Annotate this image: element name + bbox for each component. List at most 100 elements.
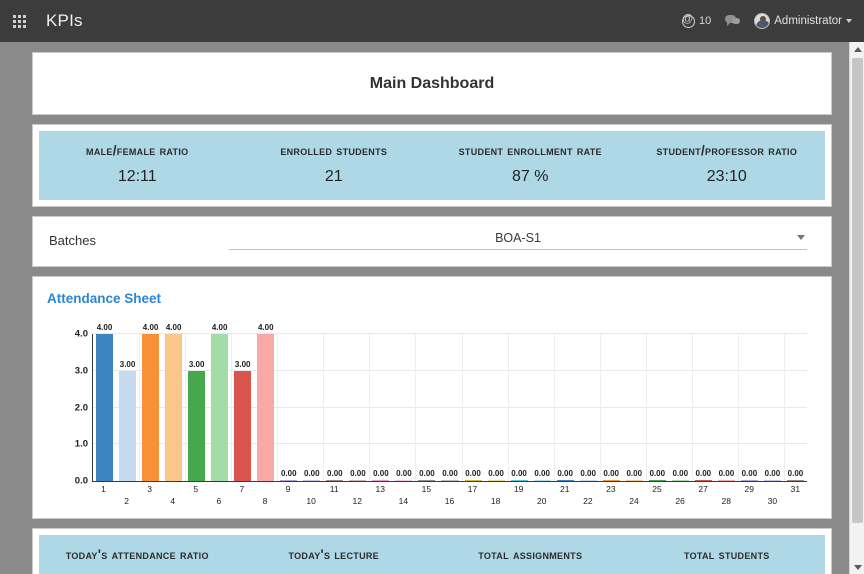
bar-slot: 0.00 xyxy=(277,334,300,481)
chart-bar[interactable]: 0.00 xyxy=(349,469,367,481)
chart-bar[interactable]: 0.00 xyxy=(671,469,689,481)
kpi-label: Student/Professor Ratio xyxy=(656,143,798,158)
bar-value-label: 0.00 xyxy=(304,468,320,478)
navbar-right-group: 10 Administrator xyxy=(682,13,852,29)
chart-bar[interactable]: 4.00 xyxy=(96,323,114,481)
x-axis-tick: 5 xyxy=(193,484,199,494)
batches-selected-value: BOA-S1 xyxy=(495,231,541,245)
kpi-male-female-ratio: Male/Female Ratio 12:11 xyxy=(39,143,236,186)
x-axis-tick: 19 xyxy=(513,484,524,494)
vertical-scrollbar[interactable] xyxy=(849,42,864,574)
apps-grid-icon[interactable] xyxy=(6,8,32,34)
bar-slot: 0.00 xyxy=(323,334,346,481)
x-axis-tick: 3 xyxy=(147,484,153,494)
x-axis-tick: 23 xyxy=(606,484,616,494)
x-label-slot: 31 xyxy=(784,482,807,508)
chart-bar[interactable]: 0.00 xyxy=(625,469,643,481)
chart-bar[interactable]: 0.00 xyxy=(740,469,758,481)
chart-bar[interactable]: 0.00 xyxy=(694,469,712,481)
x-axis-tick: 14 xyxy=(398,496,409,506)
chart-bar[interactable]: 0.00 xyxy=(326,469,344,481)
chart-bar[interactable]: 0.00 xyxy=(717,469,735,481)
bar-value-label: 0.00 xyxy=(672,468,689,478)
kpi-todays-lecture: Today's Lecture 3 xyxy=(236,547,433,574)
x-axis-tick: 10 xyxy=(306,496,316,506)
chart-bars: 4.00 3.00 4.00 4.00 3.00 4.00 3.00 4.00 0.00 0.00… xyxy=(93,323,807,481)
x-label-slot: 4 xyxy=(161,482,184,508)
mentions-button[interactable]: 10 xyxy=(682,14,711,28)
bar-value-label: 0.00 xyxy=(396,468,412,478)
bar-value-label: 0.00 xyxy=(626,468,643,478)
kpi-student-enrollment-rate: Student Enrollment Rate 87 % xyxy=(432,143,629,186)
bar-slot: 0.00 xyxy=(784,334,807,481)
chart-bar[interactable]: 0.00 xyxy=(579,469,597,481)
chart-bar[interactable]: 0.00 xyxy=(648,469,666,481)
chart-bar[interactable]: 0.00 xyxy=(556,469,574,481)
bar-slot: 4.00 xyxy=(139,323,162,481)
bar-value-label: 0.00 xyxy=(764,468,781,478)
bar-value-label: 4.00 xyxy=(211,323,228,332)
scroll-up-arrow-icon[interactable] xyxy=(850,42,864,56)
bar-value-label: 0.00 xyxy=(488,468,504,478)
chart-bar[interactable]: 0.00 xyxy=(763,469,781,481)
bar-slot: 0.00 xyxy=(300,334,323,481)
chart-bar[interactable]: 3.00 xyxy=(188,360,206,481)
x-label-slot: 1 xyxy=(92,482,115,508)
chart-bar[interactable]: 0.00 xyxy=(487,469,505,481)
chart-bar[interactable]: 3.00 xyxy=(234,360,252,481)
x-label-slot: 19 xyxy=(507,482,530,508)
x-label-slot: 18 xyxy=(484,482,507,508)
scrollbar-thumb[interactable] xyxy=(852,58,863,523)
bar-slot: 0.00 xyxy=(462,334,485,481)
top-navbar: KPIs 10 Administrator xyxy=(0,0,864,42)
chart-bar[interactable]: 0.00 xyxy=(395,469,413,481)
bar-slot: 0.00 xyxy=(346,334,369,481)
x-axis-tick: 26 xyxy=(675,496,685,506)
bar-slot: 0.00 xyxy=(485,334,508,481)
bar-slot: 0.00 xyxy=(761,334,784,481)
chart-bar[interactable]: 4.00 xyxy=(211,323,229,481)
x-label-slot: 12 xyxy=(346,482,369,508)
chat-button[interactable] xyxy=(725,15,741,27)
bar-value-label: 0.00 xyxy=(649,468,666,478)
chart-bar[interactable]: 0.00 xyxy=(510,469,528,481)
chart-bar[interactable]: 0.00 xyxy=(464,469,482,481)
x-label-slot: 25 xyxy=(646,482,669,508)
x-axis-tick: 16 xyxy=(444,496,455,506)
user-menu[interactable]: Administrator xyxy=(754,13,852,29)
y-axis-tick: 0.0 xyxy=(74,475,88,487)
batches-label: Batches xyxy=(49,233,96,248)
chart-bar[interactable]: 3.00 xyxy=(119,360,137,481)
chart-bar[interactable]: 0.00 xyxy=(441,469,459,481)
chart-bar[interactable]: 4.00 xyxy=(165,323,183,481)
chart-bar[interactable]: 0.00 xyxy=(280,469,298,481)
x-axis-tick: 30 xyxy=(767,496,778,506)
bar-value-label: 0.00 xyxy=(718,468,735,478)
chart-bar[interactable]: 0.00 xyxy=(786,469,804,481)
x-label-slot: 16 xyxy=(438,482,461,508)
bar-value-label: 0.00 xyxy=(442,468,458,478)
chart-bar[interactable]: 0.00 xyxy=(602,469,620,481)
chart-bar[interactable]: 0.00 xyxy=(418,469,436,481)
bar-value-label: 0.00 xyxy=(373,468,389,478)
x-axis-tick: 6 xyxy=(216,496,222,506)
kpi-label: Male/Female Ratio xyxy=(86,143,189,158)
bar-slot: 0.00 xyxy=(623,334,646,481)
kpi-enrolled-students: Enrolled Students 21 xyxy=(236,143,433,186)
top-kpi-strip: Male/Female Ratio 12:11 Enrolled Student… xyxy=(39,131,825,200)
x-label-slot: 8 xyxy=(253,482,276,508)
kpi-label: Enrolled Students xyxy=(280,143,388,158)
batches-select[interactable]: BOA-S1 xyxy=(229,231,807,250)
scroll-down-arrow-icon[interactable] xyxy=(850,560,864,574)
y-axis-tick: 1.0 xyxy=(74,438,88,450)
bar-value-label: 4.00 xyxy=(96,323,113,332)
chart-bar[interactable]: 0.00 xyxy=(303,469,321,481)
chart-bar[interactable]: 0.00 xyxy=(533,469,551,481)
bar-value-label: 0.00 xyxy=(580,468,596,478)
chart-bar[interactable]: 0.00 xyxy=(372,469,390,481)
bar-value-label: 4.00 xyxy=(257,323,274,332)
dashboard-title-card: Main Dashboard xyxy=(32,52,832,115)
chart-bar[interactable]: 4.00 xyxy=(142,323,160,481)
bar-slot: 4.00 xyxy=(93,323,116,481)
chart-bar[interactable]: 4.00 xyxy=(257,323,275,481)
